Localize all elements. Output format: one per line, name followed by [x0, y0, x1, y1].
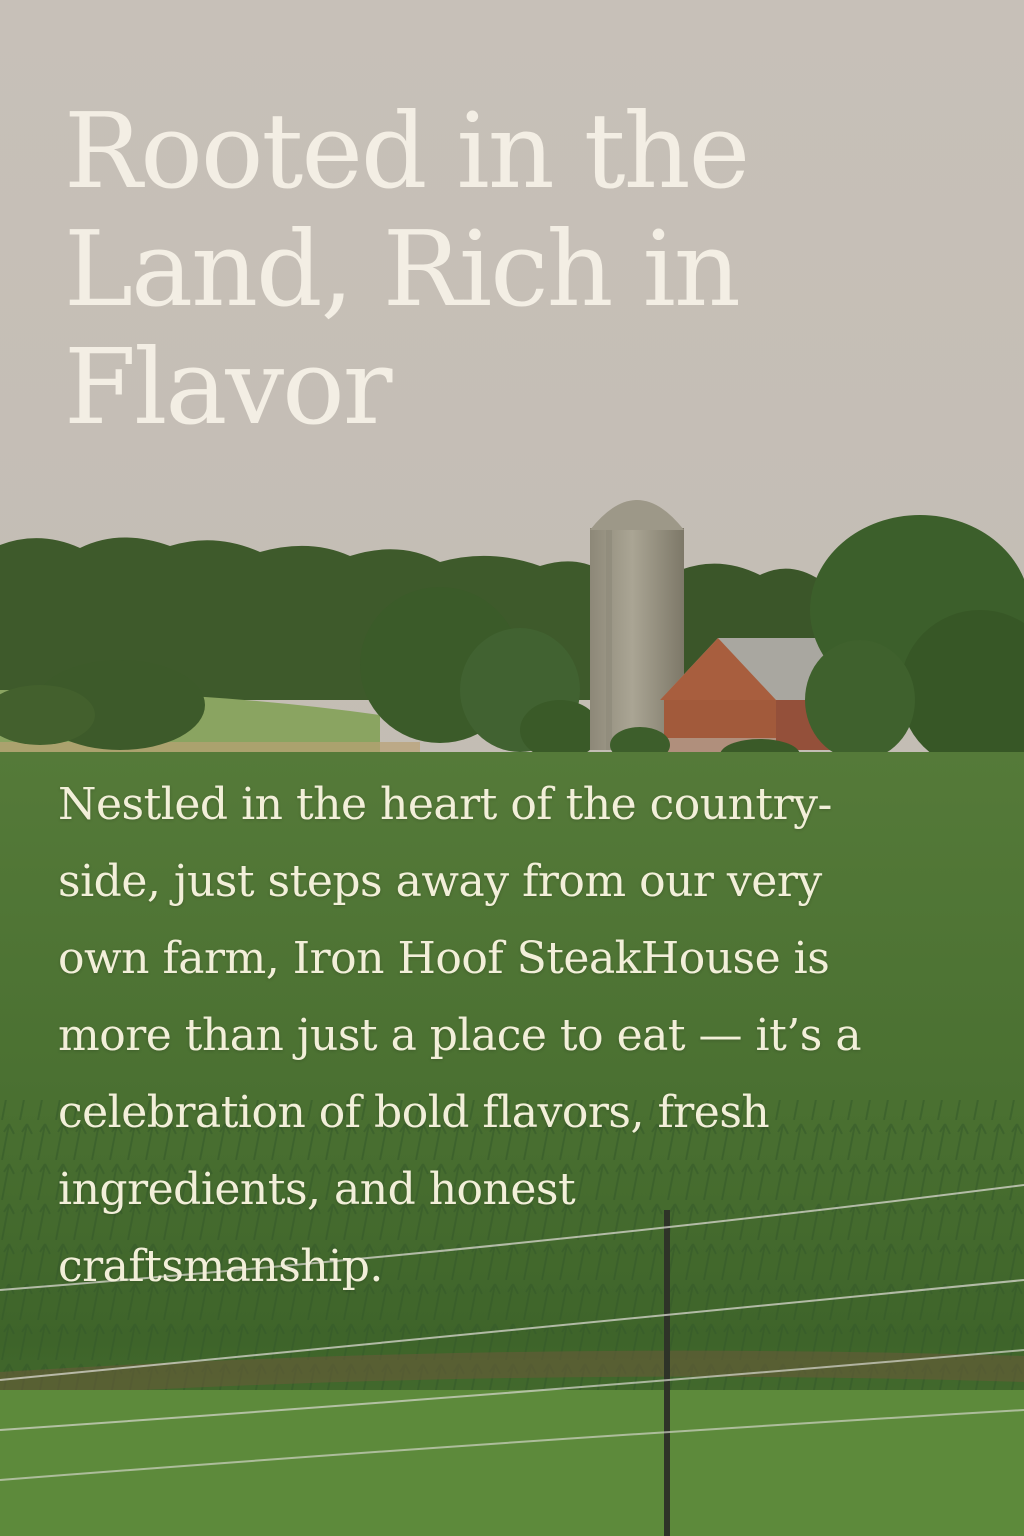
paragraph-line: craftsmanship.	[58, 1241, 383, 1292]
hero-page: Rooted in the Land, Rich in Flavor Nestl…	[0, 0, 1024, 1536]
paragraph-line: more than just a place to eat — it’s a	[58, 1010, 862, 1061]
paragraph-line: ingredients, and honest	[58, 1164, 576, 1215]
paragraph-line: celebration of bold flavors, fresh	[58, 1087, 770, 1138]
page-headline: Rooted in the Land, Rich in Flavor	[64, 92, 964, 446]
paragraph-line: Nestled in the heart of the country-	[58, 779, 832, 830]
headline-line: Flavor	[64, 326, 393, 448]
headline-line: Rooted in the	[64, 90, 750, 212]
paragraph-line: own farm, Iron Hoof SteakHouse is	[58, 933, 830, 984]
intro-paragraph: Nestled in the heart of the country- sid…	[58, 766, 958, 1305]
paragraph-line: side, just steps away from our very	[58, 856, 822, 907]
headline-line: Land, Rich in	[64, 208, 741, 330]
